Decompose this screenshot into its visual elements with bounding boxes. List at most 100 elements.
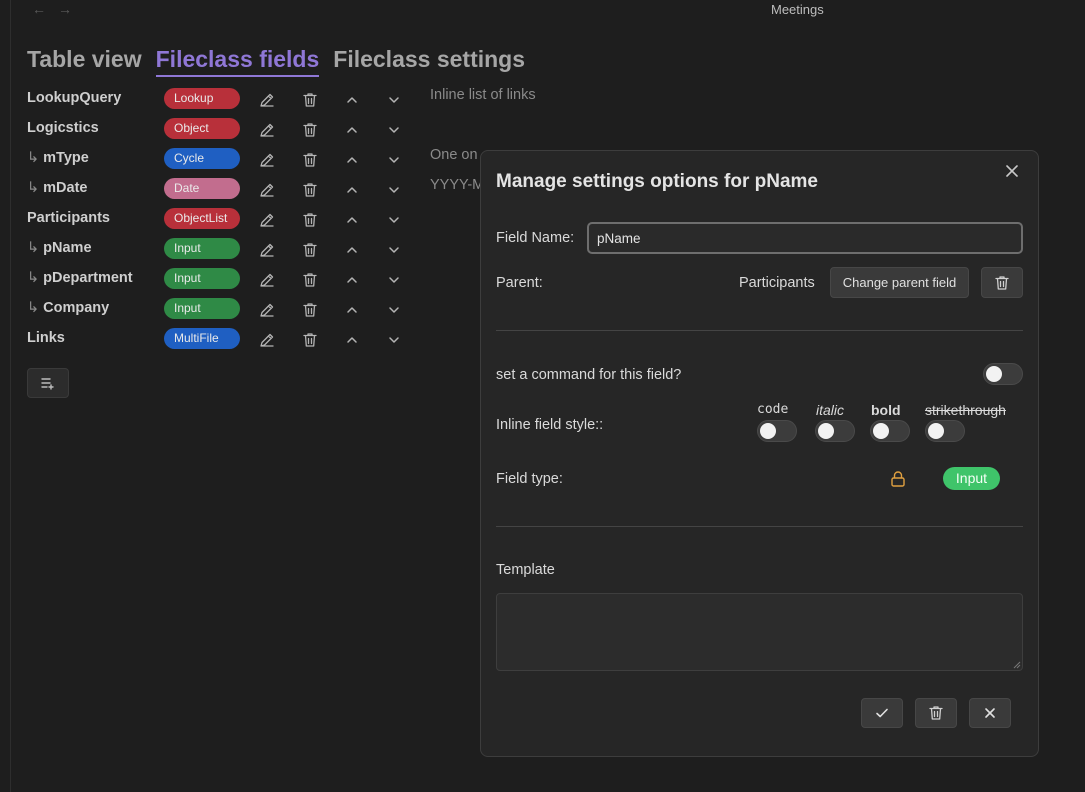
chevron-up-icon[interactable] <box>343 331 361 349</box>
field-row: ↳ mDate Date <box>27 175 417 205</box>
field-description-text: YYYY-M <box>430 177 485 193</box>
trash-icon[interactable] <box>301 91 319 109</box>
inline-style-label: Inline field style:: <box>496 417 604 433</box>
chevron-up-icon[interactable] <box>343 121 361 139</box>
trash-icon[interactable] <box>301 211 319 229</box>
field-type-badge: Input <box>164 238 240 259</box>
trash-icon[interactable] <box>301 241 319 259</box>
field-name: Logicstics <box>27 120 99 136</box>
chevron-up-icon[interactable] <box>343 151 361 169</box>
chevron-down-icon[interactable] <box>385 331 403 349</box>
field-name: ↳ mDate <box>27 180 87 196</box>
field-name-label: Logicstics <box>27 120 99 136</box>
pencil-icon[interactable] <box>258 301 276 319</box>
trash-icon[interactable] <box>301 121 319 139</box>
trash-icon[interactable] <box>301 181 319 199</box>
trash-icon[interactable] <box>301 271 319 289</box>
divider <box>496 330 1023 331</box>
chevron-down-icon[interactable] <box>385 211 403 229</box>
field-name: Links <box>27 330 65 346</box>
chevron-down-icon[interactable] <box>385 151 403 169</box>
bold-style-toggle[interactable] <box>870 420 910 442</box>
change-parent-button[interactable]: Change parent field <box>830 267 969 298</box>
field-type-badge: Input <box>943 467 1000 490</box>
field-type-badge: Cycle <box>164 148 240 169</box>
add-field-button[interactable] <box>27 368 69 398</box>
field-type-badge: Input <box>164 268 240 289</box>
trash-icon[interactable] <box>301 151 319 169</box>
template-textarea[interactable] <box>496 593 1023 671</box>
field-row: LookupQuery Lookup <box>27 85 417 115</box>
pencil-icon[interactable] <box>258 271 276 289</box>
chevron-up-icon[interactable] <box>343 211 361 229</box>
code-style-toggle[interactable] <box>757 420 797 442</box>
close-icon[interactable] <box>1002 161 1022 181</box>
pencil-icon[interactable] <box>258 151 276 169</box>
field-name-label: pDepartment <box>43 270 133 286</box>
field-name-label: LookupQuery <box>27 90 122 106</box>
modal-title: Manage settings options for pName <box>496 171 818 192</box>
field-description-text: Inline list of links <box>430 87 536 103</box>
field-name-label: Links <box>27 330 65 346</box>
chevron-up-icon[interactable] <box>343 271 361 289</box>
pencil-icon[interactable] <box>258 331 276 349</box>
field-type-badge: Input <box>164 298 240 319</box>
command-toggle[interactable] <box>983 363 1023 385</box>
pencil-icon[interactable] <box>258 181 276 199</box>
field-type-badge: ObjectList <box>164 208 240 229</box>
field-name: LookupQuery <box>27 90 121 106</box>
forward-arrow-icon[interactable]: → <box>57 1 73 17</box>
resize-handle-icon[interactable] <box>1013 661 1021 669</box>
child-indent-icon: ↳ <box>27 180 40 196</box>
chevron-down-icon[interactable] <box>385 181 403 199</box>
chevron-up-icon[interactable] <box>343 91 361 109</box>
field-row: ↳ pName Input <box>27 235 417 265</box>
trash-icon <box>995 275 1009 290</box>
field-name-input[interactable] <box>587 222 1023 254</box>
field-type-badge: MultiFile <box>164 328 240 349</box>
tab-table-view[interactable]: Table view <box>27 46 142 77</box>
parent-label: Parent: <box>496 275 543 291</box>
chevron-down-icon[interactable] <box>385 241 403 259</box>
field-row: ↳ Company Input <box>27 295 417 325</box>
field-name: ↳ mType <box>27 150 89 166</box>
field-row: Logicstics Object <box>27 115 417 145</box>
field-row: Participants ObjectList <box>27 205 417 235</box>
command-label: set a command for this field? <box>496 367 682 383</box>
confirm-button[interactable] <box>861 698 903 728</box>
field-type-badge: Lookup <box>164 88 240 109</box>
style-strikethrough-label: strikethrough <box>925 402 1006 418</box>
chevron-down-icon[interactable] <box>385 91 403 109</box>
delete-field-button[interactable] <box>915 698 957 728</box>
pencil-icon[interactable] <box>258 211 276 229</box>
trash-icon[interactable] <box>301 301 319 319</box>
tab-fileclass-settings[interactable]: Fileclass settings <box>333 46 525 77</box>
list-plus-icon <box>41 378 54 390</box>
view-tabs: Table view Fileclass fields Fileclass se… <box>27 46 525 77</box>
chevron-up-icon[interactable] <box>343 241 361 259</box>
close-icon <box>985 708 995 718</box>
field-name-label: mDate <box>43 180 88 196</box>
child-indent-icon: ↳ <box>27 270 40 286</box>
chevron-up-icon[interactable] <box>343 181 361 199</box>
chevron-down-icon[interactable] <box>385 271 403 289</box>
tab-fileclass-fields[interactable]: Fileclass fields <box>155 46 320 77</box>
cancel-button[interactable] <box>969 698 1011 728</box>
pencil-icon[interactable] <box>258 121 276 139</box>
chevron-up-icon[interactable] <box>343 301 361 319</box>
strikethrough-style-toggle[interactable] <box>925 420 965 442</box>
back-arrow-icon[interactable]: ← <box>31 1 47 17</box>
field-name: ↳ pDepartment <box>27 270 133 286</box>
field-type-badge: Object <box>164 118 240 139</box>
field-name-label: mType <box>43 150 89 166</box>
remove-parent-button[interactable] <box>981 267 1023 298</box>
trash-icon[interactable] <box>301 331 319 349</box>
italic-style-toggle[interactable] <box>815 420 855 442</box>
pencil-icon[interactable] <box>258 91 276 109</box>
chevron-down-icon[interactable] <box>385 301 403 319</box>
parent-value: Participants <box>739 275 815 291</box>
field-name-label: Company <box>43 300 110 316</box>
child-indent-icon: ↳ <box>27 300 40 316</box>
pencil-icon[interactable] <box>258 241 276 259</box>
chevron-down-icon[interactable] <box>385 121 403 139</box>
